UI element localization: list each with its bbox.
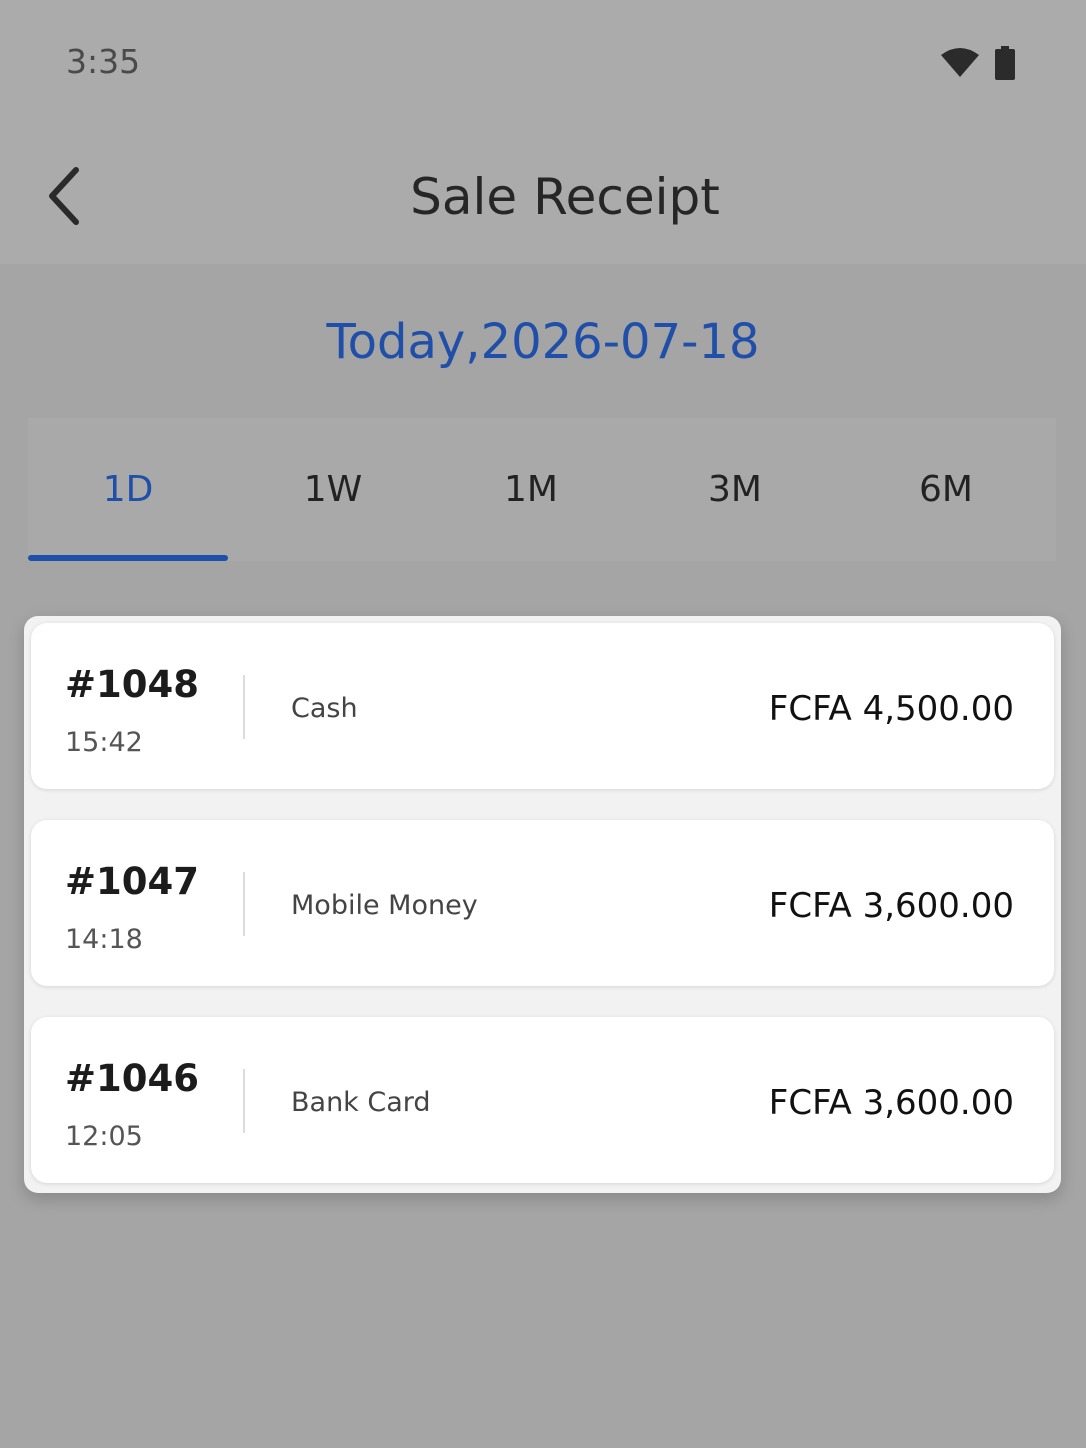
receipt-number: #1047	[65, 860, 199, 903]
receipt-list: #1048 15:42 Cash FCFA 4,500.00 #1047 14:…	[24, 616, 1061, 1193]
app-bar: Sale Receipt	[0, 128, 1086, 264]
receipt-time: 14:18	[65, 924, 143, 955]
status-bar: 3:35	[0, 0, 1086, 128]
screen: 3:35 Sale Receipt Today,2026-07-18 1D 1W…	[0, 0, 1086, 1448]
battery-icon	[995, 46, 1015, 80]
tab-6m[interactable]: 6M	[846, 418, 1046, 561]
receipt-amount: FCFA 3,600.00	[768, 1083, 1014, 1123]
receipt-card[interactable]: #1048 15:42 Cash FCFA 4,500.00	[31, 623, 1054, 789]
divider	[243, 675, 245, 739]
receipt-number: #1048	[65, 663, 199, 706]
payment-method: Mobile Money	[291, 890, 478, 921]
receipt-number: #1046	[65, 1057, 199, 1100]
tab-1m[interactable]: 1M	[431, 418, 631, 561]
receipt-time: 12:05	[65, 1121, 143, 1152]
date-label[interactable]: Today,2026-07-18	[0, 314, 1086, 370]
payment-method: Cash	[291, 693, 358, 724]
divider	[243, 1069, 245, 1133]
tab-3m[interactable]: 3M	[635, 418, 835, 561]
receipt-amount: FCFA 4,500.00	[768, 689, 1014, 729]
page-title: Sale Receipt	[410, 168, 720, 226]
tab-1w[interactable]: 1W	[233, 418, 433, 561]
payment-method: Bank Card	[291, 1087, 431, 1118]
status-icons	[940, 46, 1016, 80]
wifi-icon	[941, 48, 979, 77]
active-tab-indicator	[28, 555, 228, 561]
receipt-amount: FCFA 3,600.00	[768, 886, 1014, 926]
divider	[243, 872, 245, 936]
receipt-time: 15:42	[65, 727, 143, 758]
tab-1d[interactable]: 1D	[28, 418, 228, 561]
receipt-card[interactable]: #1047 14:18 Mobile Money FCFA 3,600.00	[31, 820, 1054, 986]
receipt-card[interactable]: #1046 12:05 Bank Card FCFA 3,600.00	[31, 1017, 1054, 1183]
status-time: 3:35	[66, 42, 141, 81]
period-tab-bar: 1D 1W 1M 3M 6M	[28, 418, 1056, 561]
